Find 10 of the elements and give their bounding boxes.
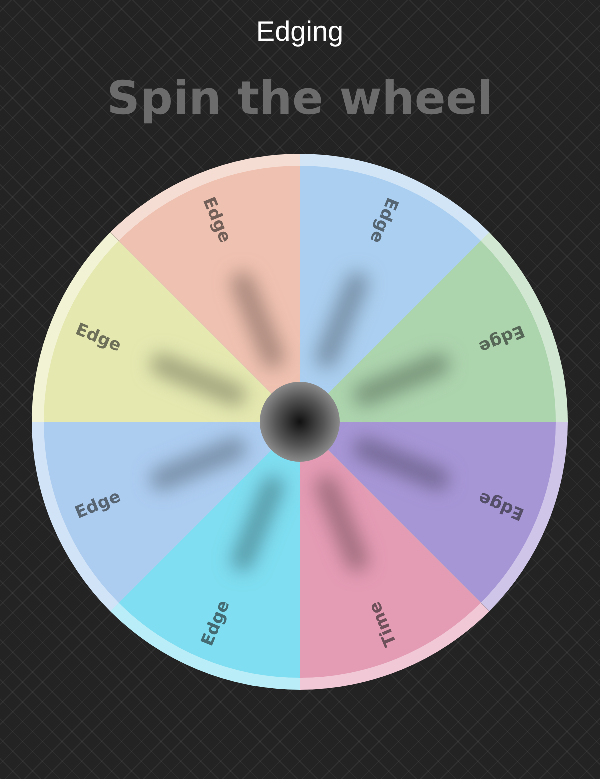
segment-label: Edge [476, 488, 528, 524]
segment-label: Edge [476, 320, 528, 358]
segment-label: Edge [72, 486, 124, 524]
segment-label: Edge [198, 598, 234, 650]
segment-label: Time [365, 598, 402, 650]
segment-label: Edge [198, 194, 236, 246]
screen-title: Edging [256, 15, 344, 49]
heading: Spin the wheel [107, 70, 493, 126]
segment-label: Edge [72, 320, 124, 356]
segment-label: Edge [366, 194, 402, 246]
